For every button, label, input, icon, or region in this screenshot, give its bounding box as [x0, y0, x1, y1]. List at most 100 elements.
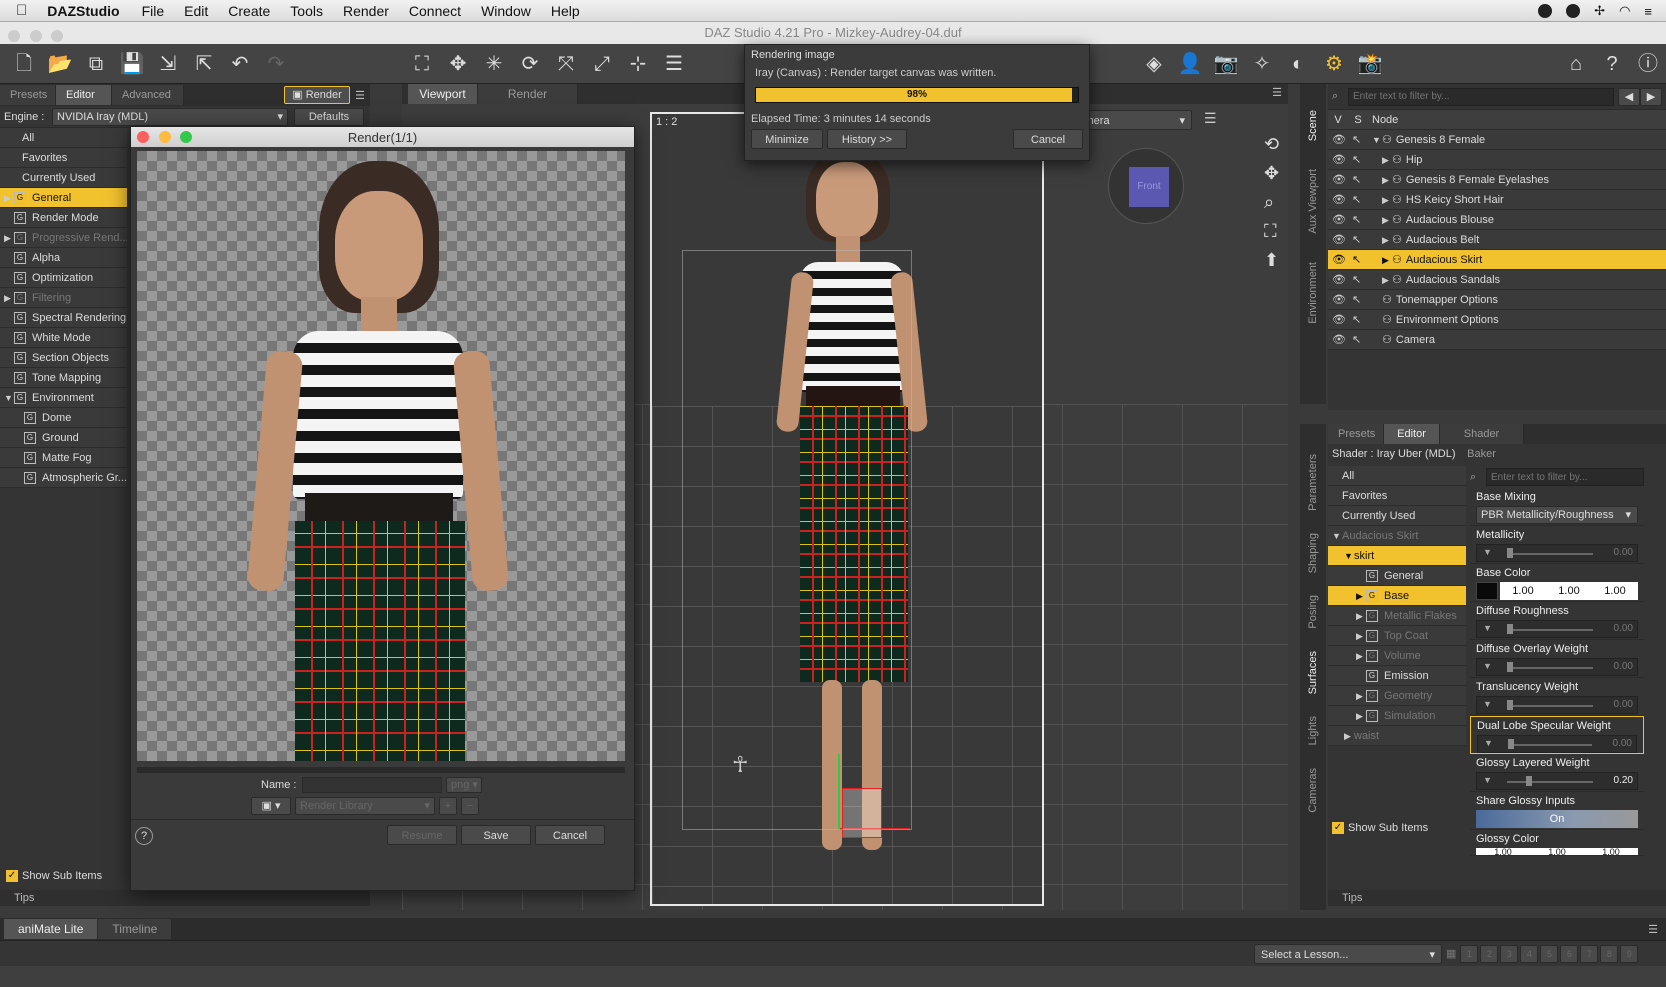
render-canvas[interactable] — [137, 151, 625, 761]
tab-render-library[interactable]: Render Library — [478, 84, 578, 121]
eye-icon[interactable]: 👁 — [1332, 150, 1352, 169]
import-icon[interactable]: ⇲ — [150, 44, 186, 84]
scene-node[interactable]: 👁 ↖ ⚇ Camera — [1328, 330, 1666, 350]
chevron-down-icon[interactable]: ▼ — [1483, 547, 1492, 557]
surface-favorites[interactable]: Favorites — [1328, 486, 1466, 506]
surface-geometry[interactable]: ▶ G Geometry — [1328, 686, 1466, 706]
destination-select[interactable]: Render Library ▾ — [295, 797, 435, 815]
chevron-down-icon[interactable]: ▼ — [1483, 623, 1492, 633]
node-select-icon[interactable]: ⛶ — [404, 44, 440, 84]
side-tab-lights[interactable]: Lights — [1307, 716, 1319, 745]
tab-editor[interactable]: Editor — [56, 85, 112, 105]
render-setting-environment[interactable]: ▼ G Environment — [0, 388, 127, 408]
lesson-page[interactable]: 7 — [1580, 944, 1599, 963]
next-arrow-icon[interactable]: ▶ — [1640, 87, 1662, 106]
base-color-values[interactable]: 1.00 1.00 1.00 — [1500, 582, 1638, 600]
checkbox-checked-icon[interactable]: ✓ — [6, 870, 18, 882]
tab-editor[interactable]: Editor — [1384, 424, 1440, 444]
slider-knob[interactable] — [1526, 776, 1533, 786]
menu-tools[interactable]: Tools — [290, 3, 323, 19]
lesson-page[interactable]: 2 — [1480, 944, 1499, 963]
chevron-right-icon[interactable]: ▶ — [1356, 646, 1366, 665]
engine-select[interactable]: NVIDIA Iray (MDL) ▾ — [52, 107, 288, 126]
daz-home-icon[interactable]: ⌂ — [1558, 44, 1594, 84]
eye-icon[interactable]: 👁 — [1332, 210, 1352, 229]
tab-presets[interactable]: Presets — [1328, 424, 1384, 444]
pan-icon[interactable]: ✥ — [1264, 163, 1279, 184]
geometry-editor-icon[interactable]: ◈ — [1136, 44, 1172, 84]
remove-destination-button[interactable]: − — [461, 797, 479, 815]
scene-node[interactable]: 👁 ↖ ▶ ⚇ Genesis 8 Female Eyelashes — [1328, 170, 1666, 190]
lesson-page[interactable]: 1 — [1460, 944, 1479, 963]
cursor-icon[interactable]: ↖ — [1352, 170, 1372, 189]
eye-icon[interactable]: 👁 — [1332, 270, 1352, 289]
render-setting-filtering[interactable]: ▶ G Filtering — [0, 288, 127, 308]
render-setting-optimization[interactable]: G Optimization — [0, 268, 127, 288]
transform-tool-icon[interactable]: ⊹ — [620, 44, 656, 84]
tab-viewport[interactable]: Viewport — [408, 84, 478, 104]
cursor-icon[interactable]: ↖ — [1352, 270, 1372, 289]
menu-create[interactable]: Create — [228, 3, 270, 19]
user-icon[interactable] — [1538, 4, 1553, 18]
scene-node[interactable]: 👁 ↖ ▶ ⚇ Audacious Belt — [1328, 230, 1666, 250]
menu-icon[interactable]: ≡ — [1644, 4, 1652, 19]
render-setting-all[interactable]: All — [0, 128, 127, 148]
menu-window[interactable]: Window — [481, 3, 531, 19]
cursor-icon[interactable]: ↖ — [1352, 310, 1372, 329]
scene-node[interactable]: 👁 ↖ ▶ ⚇ Hip — [1328, 150, 1666, 170]
left-tips-tab[interactable]: Tips — [0, 890, 370, 906]
surface-simulation[interactable]: ▶ G Simulation — [1328, 706, 1466, 726]
render-setting-ground[interactable]: G Ground — [0, 428, 127, 448]
chevron-right-icon[interactable]: ▶ — [1356, 586, 1366, 605]
app-menu[interactable]: DAZStudio — [47, 3, 119, 19]
resume-button[interactable]: Resume — [387, 825, 457, 845]
chevron-right-icon[interactable]: ▶ — [1382, 230, 1392, 249]
eye-icon[interactable]: 👁 — [1332, 170, 1352, 189]
render-settings-icon[interactable]: ⚙ — [1316, 44, 1352, 84]
node-column[interactable]: Node — [1368, 114, 1398, 126]
spot-render-icon[interactable]: ✧ — [1244, 44, 1280, 84]
checkbox-checked-icon[interactable]: ✓ — [1332, 822, 1344, 834]
surface-skirt[interactable]: ▼skirt — [1328, 546, 1466, 566]
chevron-down-icon[interactable]: ▼ — [1483, 661, 1492, 671]
chevron-right-icon[interactable]: ▶ — [4, 188, 14, 207]
undo-icon[interactable]: ↶ — [222, 44, 258, 84]
menu-help[interactable]: Help — [551, 3, 580, 19]
help-button[interactable]: ? — [135, 827, 153, 845]
menu-file[interactable]: File — [142, 3, 165, 19]
value-slider[interactable]: ▼ 0.20 — [1476, 772, 1638, 790]
render-setting-favorites[interactable]: Favorites — [0, 148, 127, 168]
scene-node[interactable]: 👁 ↖ ▶ ⚇ HS Keicy Short Hair — [1328, 190, 1666, 210]
chevron-down-icon[interactable]: ▼ — [1332, 526, 1342, 545]
minimize-button[interactable]: Minimize — [751, 129, 823, 149]
reset-icon[interactable]: ⬆ — [1264, 250, 1279, 271]
save-button[interactable]: Save — [461, 825, 531, 845]
surface-top-coat[interactable]: ▶ G Top Coat — [1328, 626, 1466, 646]
surface-emission[interactable]: G Emission — [1328, 666, 1466, 686]
chevron-down-icon[interactable]: ▼ — [4, 388, 14, 407]
orbit-icon[interactable]: ⟲ — [1264, 134, 1279, 155]
lesson-page[interactable]: 6 — [1560, 944, 1579, 963]
defaults-button[interactable]: Defaults — [294, 107, 364, 126]
value-slider[interactable]: ▼ 0.00 — [1476, 696, 1638, 714]
chevron-down-icon[interactable]: ▼ — [1372, 130, 1382, 149]
minimize-icon[interactable] — [158, 131, 171, 143]
value-slider[interactable]: ▼ 0.00 — [1477, 735, 1637, 753]
chevron-right-icon[interactable]: ▶ — [1382, 250, 1392, 269]
visible-column[interactable]: V — [1328, 114, 1348, 126]
cursor-icon[interactable]: ↖ — [1352, 190, 1372, 209]
base-mixing-select[interactable]: PBR Metallicity/Roughness ▾ — [1476, 506, 1638, 524]
apple-icon[interactable]:  — [16, 2, 27, 19]
render-setting-render-mode[interactable]: G Render Mode — [0, 208, 127, 228]
cancel-button[interactable]: Cancel — [535, 825, 605, 845]
color-swatch[interactable] — [1476, 582, 1498, 600]
share-glossy-toggle[interactable]: On — [1476, 810, 1638, 828]
left-show-sub-items[interactable]: ✓ Show Sub Items — [6, 870, 102, 882]
side-tab-parameters[interactable]: Parameters — [1307, 454, 1319, 511]
active-pose-icon[interactable]: ✳ — [476, 44, 512, 84]
frame-icon[interactable]: ⛶ — [1264, 221, 1279, 242]
menu-connect[interactable]: Connect — [409, 3, 461, 19]
surface-volume[interactable]: ▶ G Volume — [1328, 646, 1466, 666]
side-tab-scene[interactable]: Scene — [1307, 110, 1319, 141]
slider-knob[interactable] — [1508, 739, 1514, 749]
